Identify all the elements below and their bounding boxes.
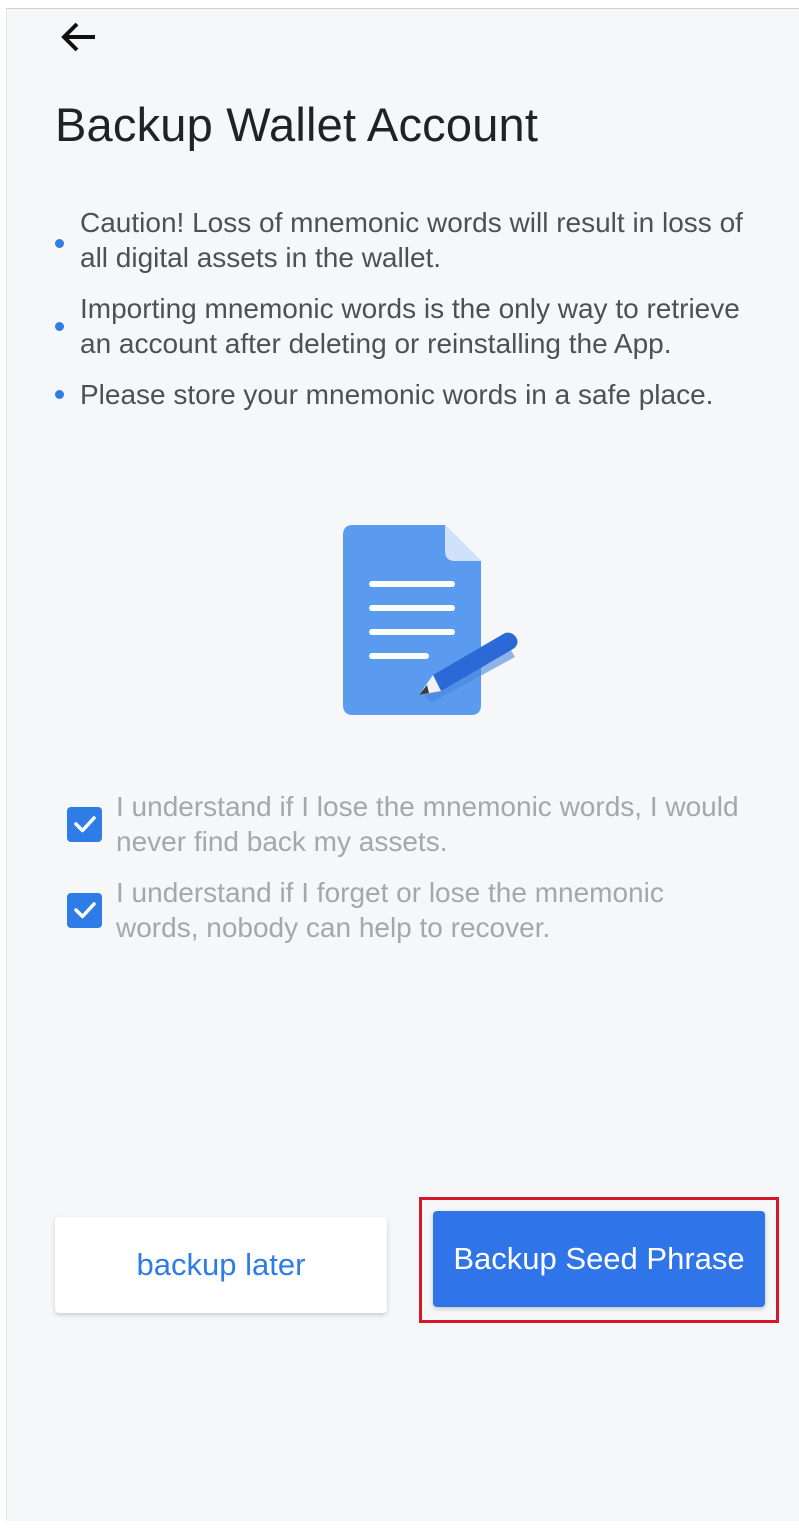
note-item: Please store your mnemonic words in a sa…: [51, 377, 771, 412]
note-item: Importing mnemonic words is the only way…: [51, 291, 771, 361]
document-pen-icon: [339, 515, 529, 721]
agreement-label: I understand if I forget or lose the mne…: [116, 877, 664, 943]
back-button[interactable]: [55, 13, 103, 61]
arrow-left-icon: [61, 22, 95, 52]
agreement-item[interactable]: I understand if I lose the mnemonic word…: [67, 789, 747, 859]
bullet-dot: [55, 390, 64, 399]
note-item: Caution! Loss of mnemonic words will res…: [51, 205, 771, 275]
checkmark-icon: [73, 902, 96, 919]
page-title: Backup Wallet Account: [55, 98, 539, 151]
agreement-checkbox[interactable]: [67, 892, 102, 928]
agreement-label: I understand if I lose the mnemonic word…: [116, 791, 739, 857]
bullet-dot: [55, 321, 64, 331]
agreement-item[interactable]: I understand if I forget or lose the mne…: [67, 875, 747, 945]
notes-list: Caution! Loss of mnemonic words will res…: [51, 205, 771, 428]
agreement-list: I understand if I lose the mnemonic word…: [67, 789, 747, 961]
screen: Backup Wallet Account Caution! Loss of m…: [6, 8, 799, 1521]
note-text: Please store your mnemonic words in a sa…: [80, 379, 714, 410]
note-text: Importing mnemonic words is the only way…: [80, 293, 740, 359]
checkmark-icon: [73, 816, 96, 833]
backup-seed-phrase-button[interactable]: Backup Seed Phrase: [433, 1211, 765, 1307]
bullet-dot: [55, 238, 64, 248]
agreement-checkbox[interactable]: [67, 806, 102, 842]
backup-later-button[interactable]: backup later: [55, 1217, 387, 1313]
note-text: Caution! Loss of mnemonic words will res…: [80, 207, 743, 273]
